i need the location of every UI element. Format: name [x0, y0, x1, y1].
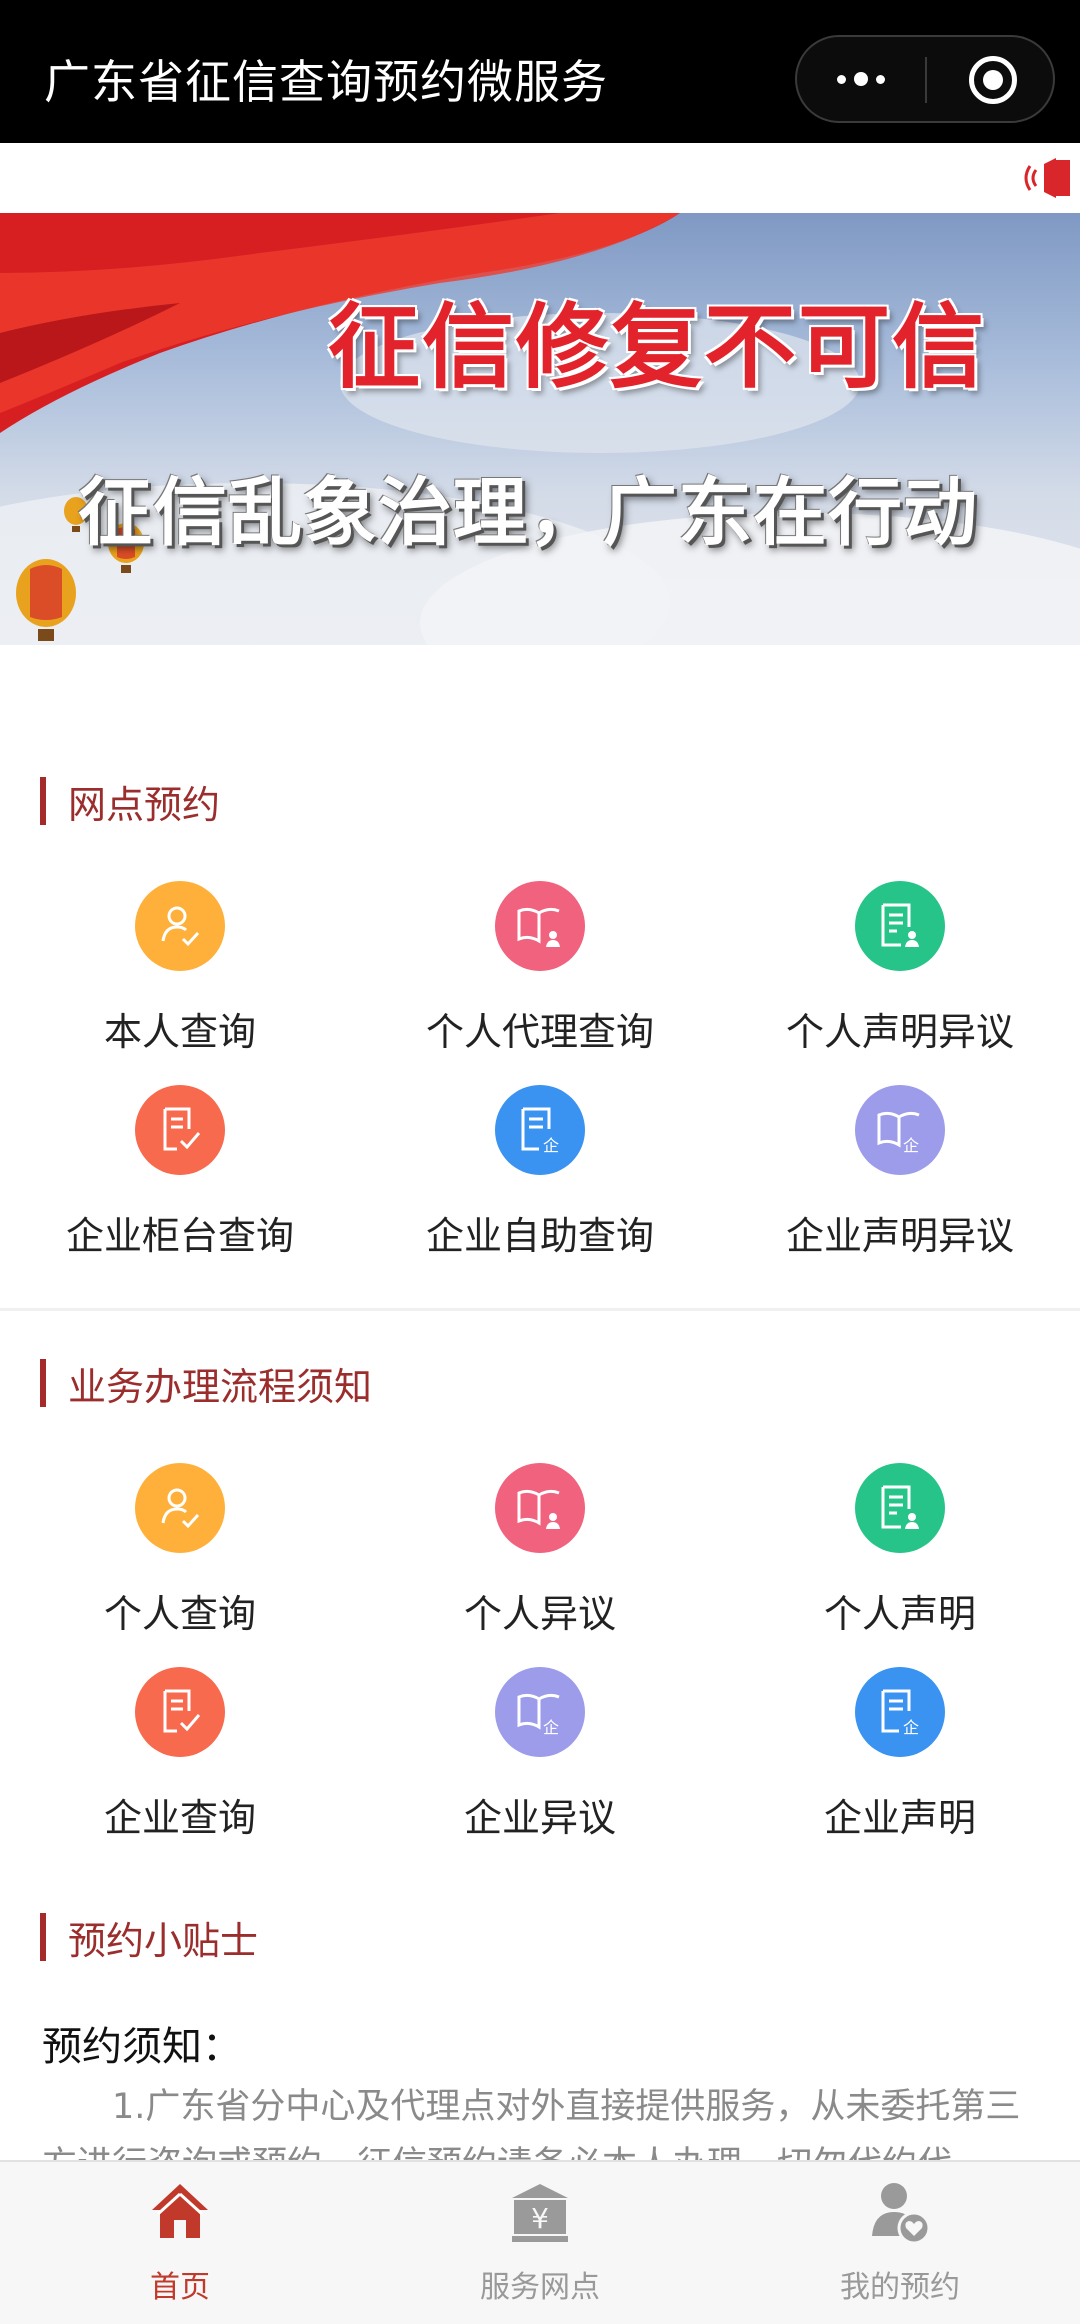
book-enterprise-icon: 企	[495, 1667, 585, 1757]
more-dot-icon	[837, 74, 846, 84]
more-dot-icon	[854, 72, 868, 86]
user-heart-icon	[872, 2183, 930, 2244]
grid-item-enterprise-statement-objection[interactable]: 企 企业声明异议	[720, 1085, 1080, 1275]
speaker-icon[interactable]	[1022, 156, 1072, 200]
book-person-icon	[495, 1463, 585, 1553]
grid-item-label: 企业柜台查询	[65, 1214, 294, 1258]
tab-label: 服务网点	[480, 2270, 600, 2305]
doc-person-icon	[855, 881, 945, 971]
section-title: 业务办理流程须知	[68, 1364, 373, 1409]
grid-item-personal-objection[interactable]: 个人异议	[360, 1463, 720, 1653]
grid-item-label: 本人查询	[103, 1010, 256, 1054]
grid-item-personal-query[interactable]: 个人查询	[0, 1463, 360, 1653]
tips-heading: 预约须知：	[42, 2024, 242, 2070]
notice-bar	[0, 143, 1080, 213]
grid-item-self-query[interactable]: 本人查询	[0, 881, 360, 1071]
grid-item-label: 企业异议	[463, 1796, 616, 1840]
svg-text:¥: ¥	[531, 2202, 549, 2235]
grid-item-label: 个人代理查询	[425, 1010, 654, 1054]
person-check-icon	[135, 881, 225, 971]
grid-item-label: 个人声明	[823, 1592, 976, 1636]
book-person-icon	[495, 881, 585, 971]
grid-item-label: 个人异议	[463, 1592, 616, 1636]
doc-enterprise-icon: 企	[855, 1667, 945, 1757]
grid-item-enterprise-objection[interactable]: 企 企业异议	[360, 1667, 720, 1857]
tab-label: 我的预约	[840, 2270, 960, 2305]
grid-item-label: 个人声明异议	[785, 1010, 1014, 1054]
doc-check-icon	[135, 1085, 225, 1175]
tab-label: 首页	[150, 2270, 210, 2305]
svg-text:企: 企	[903, 1718, 919, 1737]
person-check-icon	[135, 1463, 225, 1553]
svg-text:企: 企	[543, 1718, 559, 1737]
svg-text:企: 企	[543, 1136, 559, 1155]
home-icon	[152, 2184, 208, 2238]
banner-image[interactable]: 征信修复不可信 征信乱象治理，广东在行动	[0, 213, 1080, 645]
bank-icon: ¥	[512, 2184, 568, 2242]
section-header-tips: 预约小贴士	[40, 1913, 258, 1963]
doc-check-icon	[135, 1667, 225, 1757]
section-header-appointment: 网点预约	[40, 777, 220, 827]
section-bar	[40, 1359, 46, 1407]
section-bar	[40, 777, 46, 825]
grid-item-label: 企业声明	[823, 1796, 976, 1840]
grid-item-enterprise-counter-query[interactable]: 企业柜台查询	[0, 1085, 360, 1275]
miniprogram-capsule	[795, 35, 1055, 123]
more-dot-icon	[876, 74, 885, 84]
section-title: 预约小贴士	[68, 1918, 259, 1963]
section-header-process: 业务办理流程须知	[40, 1359, 372, 1409]
banner-headline: 征信修复不可信	[328, 294, 987, 401]
doc-person-icon	[855, 1463, 945, 1553]
capsule-divider	[925, 57, 927, 103]
grid-item-personal-statement[interactable]: 个人声明	[720, 1463, 1080, 1653]
page-title: 广东省征信查询预约微服务	[44, 55, 608, 109]
grid-item-label: 企业自助查询	[425, 1214, 654, 1258]
section-title: 网点预约	[68, 782, 221, 827]
grid-item-enterprise-query[interactable]: 企业查询	[0, 1667, 360, 1857]
grid-item-enterprise-statement[interactable]: 企 企业声明	[720, 1667, 1080, 1857]
section-divider	[0, 1308, 1080, 1311]
section-bar	[40, 1913, 46, 1961]
close-miniprogram-icon[interactable]	[969, 56, 1017, 104]
grid-item-label: 企业查询	[103, 1796, 256, 1840]
bottom-tab-bar: 首页 ¥ 服务网点 我的预约	[0, 2160, 1080, 2324]
grid-item-proxy-query[interactable]: 个人代理查询	[360, 881, 720, 1071]
svg-text:企: 企	[903, 1136, 919, 1155]
doc-enterprise-icon: 企	[495, 1085, 585, 1175]
book-enterprise-icon: 企	[855, 1085, 945, 1175]
grid-item-personal-statement-objection[interactable]: 个人声明异议	[720, 881, 1080, 1071]
banner-subheadline: 征信乱象治理，广东在行动	[78, 470, 978, 556]
grid-item-enterprise-self-query[interactable]: 企 企业自助查询	[360, 1085, 720, 1275]
grid-item-label: 企业声明异议	[785, 1214, 1014, 1258]
tab-home[interactable]: 首页	[0, 2162, 360, 2324]
more-options-button[interactable]	[797, 37, 925, 121]
title-bar: 广东省征信查询预约微服务	[0, 0, 1080, 143]
tab-service-outlets[interactable]: ¥ 服务网点	[360, 2162, 720, 2324]
tab-my-appointments[interactable]: 我的预约	[720, 2162, 1080, 2324]
grid-item-label: 个人查询	[103, 1592, 256, 1636]
